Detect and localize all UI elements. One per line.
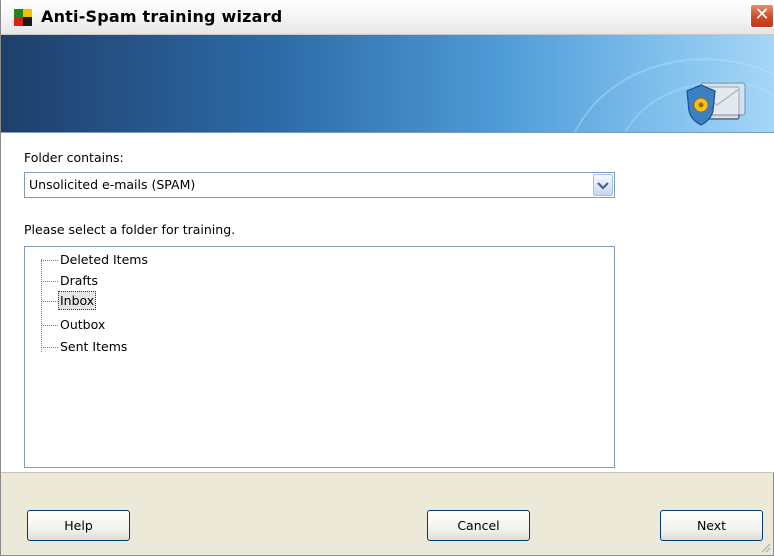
tree-connector: [41, 260, 58, 261]
chevron-down-icon: [597, 182, 609, 190]
folder-contains-value: Unsolicited e-mails (SPAM): [29, 177, 196, 192]
tree-item-label: Drafts: [60, 273, 99, 288]
folder-contains-select[interactable]: Unsolicited e-mails (SPAM): [24, 172, 615, 198]
tree-connector: [41, 281, 58, 282]
tree-connector-line: [41, 259, 42, 352]
tree-item-label: Deleted Items: [60, 252, 148, 267]
tree-connector: [41, 301, 58, 302]
help-button[interactable]: Help: [27, 510, 130, 541]
select-folder-label: Please select a folder for training.: [24, 222, 236, 237]
tree-item-label: Inbox: [58, 291, 97, 310]
dropdown-button[interactable]: [593, 174, 613, 196]
wizard-window: Anti-Spam training wizard ✕ Folder conta…: [0, 0, 774, 556]
tree-connector: [41, 325, 58, 326]
header-banner: [1, 35, 774, 133]
close-icon: ✕: [754, 4, 770, 25]
resize-grip-icon[interactable]: [759, 541, 771, 553]
close-button[interactable]: ✕: [750, 4, 774, 28]
folder-contains-label: Folder contains:: [24, 150, 124, 165]
title-bar[interactable]: Anti-Spam training wizard ✕: [1, 0, 774, 35]
window-title: Anti-Spam training wizard: [41, 7, 283, 26]
tree-item-label: Outbox: [60, 317, 106, 332]
folder-tree[interactable]: Deleted Items Drafts Inbox Outbox Sent I…: [24, 246, 615, 468]
tree-item-label: Sent Items: [60, 339, 128, 354]
cancel-button[interactable]: Cancel: [427, 510, 530, 541]
tree-connector: [41, 347, 58, 348]
next-button[interactable]: Next: [660, 510, 763, 541]
antispam-mail-icon: [686, 82, 746, 126]
avg-logo-icon: [14, 9, 32, 26]
